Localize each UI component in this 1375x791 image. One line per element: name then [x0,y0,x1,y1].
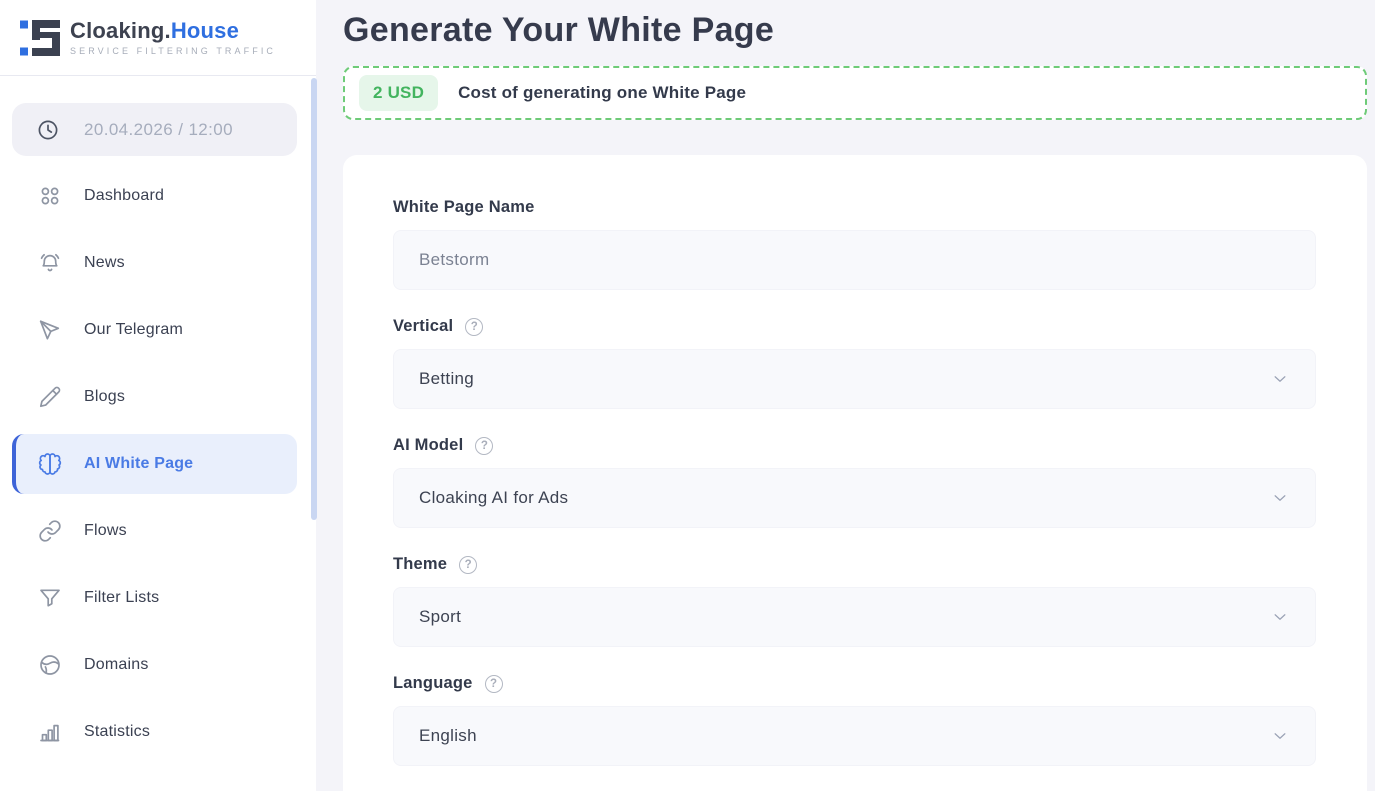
paper-plane-icon [38,318,62,342]
cost-badge: 2 USD [359,75,439,111]
cost-banner: 2 USD Cost of generating one White Page [343,66,1367,120]
link-icon [38,519,62,543]
datetime-text: 20.04.2026 / 12:00 [84,119,233,139]
cloaking-house-logo-icon [20,19,60,56]
chevron-down-icon [1271,370,1289,388]
vertical-select[interactable]: Betting [393,349,1316,409]
help-icon[interactable]: ? [459,555,478,574]
generate-form-card: White Page Name Vertical? Betting AI Model?… [343,155,1367,791]
clock-icon [38,120,58,139]
vertical-selected-value: Betting [419,369,475,388]
page-title: Generate Your White Page [343,11,775,49]
field-label-vertical: Vertical [393,317,454,335]
field-group-vertical: Vertical? Betting [393,317,1317,409]
theme-select[interactable]: Sport [393,587,1316,647]
whitepage-form: White Page Name Vertical? Betting AI Model?… [393,198,1317,766]
field-group-language: Language? English [393,674,1317,766]
field-group-ai-model: AI Model? Cloaking AI for Ads [393,436,1317,528]
field-label-language: Language [393,674,473,692]
sidebar-item-dashboard[interactable]: Dashboard [12,166,297,226]
field-label-ai-model: AI Model [393,436,464,454]
sidebar-item-blogs[interactable]: Blogs [12,367,297,427]
chevron-down-icon [1271,608,1289,626]
sidebar-item-label: Blogs [84,388,126,405]
bar-chart-icon [38,720,62,744]
sidebar-item-label: Statistics [84,723,151,740]
sidebar-item-ai-white-page[interactable]: AI White Page [12,434,297,494]
field-label-white-page-name: White Page Name [393,198,535,216]
main-content: Generate Your White Page 2 USD Cost of g… [316,0,1375,791]
cost-banner-text: Cost of generating one White Page [458,83,747,102]
sidebar-item-label: News [84,254,125,271]
ai-model-select[interactable]: Cloaking AI for Ads [393,468,1316,528]
chevron-down-icon [1271,489,1289,507]
grid-icon [38,184,62,208]
language-select[interactable]: English [393,706,1316,766]
sidebar-item-label: AI White Page [84,455,194,472]
logo[interactable]: Cloaking.House SERVICE FILTERING TRAFFIC [0,0,316,76]
sidebar-item-statistics[interactable]: Statistics [12,702,297,762]
field-group-white-page-name: White Page Name [393,198,1317,290]
app-title: Cloaking.House [70,18,240,43]
sidebar-item-label: Flows [84,522,127,539]
sidebar-item-domains[interactable]: Domains [12,635,297,695]
sidebar-item-flows[interactable]: Flows [12,501,297,561]
sidebar-item-label: Dashboard [84,187,165,204]
sidebar-item-label: Domains [84,656,149,673]
theme-selected-value: Sport [419,607,462,626]
chevron-down-icon [1271,727,1289,745]
field-label-theme: Theme [393,555,448,573]
funnel-icon [38,586,62,610]
sidebar-item-filter-lists[interactable]: Filter Lists [12,568,297,628]
field-group-theme: Theme? Sport [393,555,1317,647]
sidebar-item-our-telegram[interactable]: Our Telegram [12,300,297,360]
sidebar-nav: Dashboard News Our Telegram Blogs AI White P… [0,166,316,762]
help-icon[interactable]: ? [475,436,494,455]
brain-icon [38,452,62,476]
globe-icon [38,653,62,677]
pencil-icon [38,385,62,409]
white-page-name-input[interactable] [393,230,1316,290]
language-selected-value: English [419,726,477,745]
sidebar: Cloaking.House SERVICE FILTERING TRAFFIC… [0,0,317,791]
datetime-display: 20.04.2026 / 12:00 [12,103,297,156]
sidebar-item-news[interactable]: News [12,233,297,293]
help-icon[interactable]: ? [465,317,484,336]
sidebar-item-label: Our Telegram [84,321,184,338]
app-tagline: SERVICE FILTERING TRAFFIC [70,46,277,56]
help-icon[interactable]: ? [484,674,503,693]
ai-model-selected-value: Cloaking AI for Ads [419,488,569,507]
sidebar-item-label: Filter Lists [84,589,160,606]
bell-icon [38,251,62,275]
